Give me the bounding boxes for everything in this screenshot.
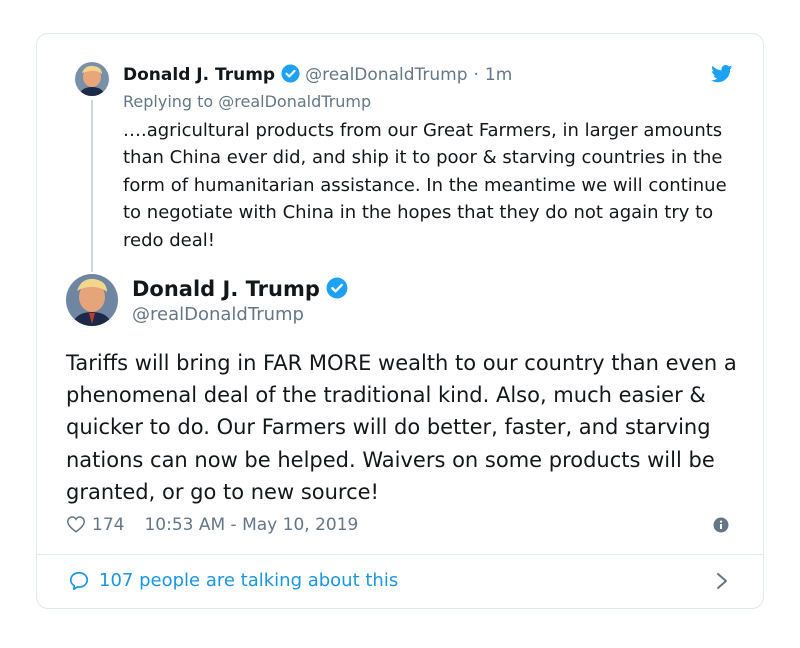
separator-dot: · xyxy=(473,65,479,85)
verified-icon xyxy=(281,64,300,89)
speech-bubble-icon xyxy=(68,570,90,596)
tweet-timestamp[interactable]: 10:53 AM - May 10, 2019 xyxy=(144,515,358,535)
main-tweet-text: Tariffs will bring in FAR MORE wealth to… xyxy=(66,351,737,504)
embedded-tweet-card: Donald J. Trump @realDonaldTrump · 1m Reply… xyxy=(36,33,764,609)
main-handle[interactable]: @realDonaldTrump xyxy=(132,304,304,326)
parent-display-name[interactable]: Donald J. Trump xyxy=(123,65,275,85)
heart-icon[interactable] xyxy=(66,515,86,539)
parent-timestamp[interactable]: 1m xyxy=(485,65,512,85)
thread-line xyxy=(91,100,93,272)
twitter-bird-icon[interactable] xyxy=(711,65,733,83)
main-avatar[interactable] xyxy=(66,274,118,326)
main-display-name[interactable]: Donald J. Trump xyxy=(132,275,353,306)
talking-about-text[interactable]: 107 people are talking about this xyxy=(99,569,398,593)
verified-icon xyxy=(326,277,348,306)
parent-tweet-text: ….agricultural products from our Great F… xyxy=(123,120,727,251)
replying-to[interactable]: Replying to @realDonaldTrump xyxy=(123,92,371,112)
parent-handle[interactable]: @realDonaldTrump xyxy=(305,65,467,85)
chevron-right-icon[interactable] xyxy=(715,571,729,595)
conversation-link[interactable]: 107 people are talking about this xyxy=(37,555,763,608)
info-icon[interactable] xyxy=(713,517,729,533)
tweet-meta: 174 10:53 AM - May 10, 2019 xyxy=(66,514,358,539)
main-name-text[interactable]: Donald J. Trump xyxy=(132,277,320,301)
like-count[interactable]: 174 xyxy=(92,515,124,535)
parent-avatar[interactable] xyxy=(75,62,109,96)
parent-header: Donald J. Trump @realDonaldTrump · 1m xyxy=(123,64,512,89)
